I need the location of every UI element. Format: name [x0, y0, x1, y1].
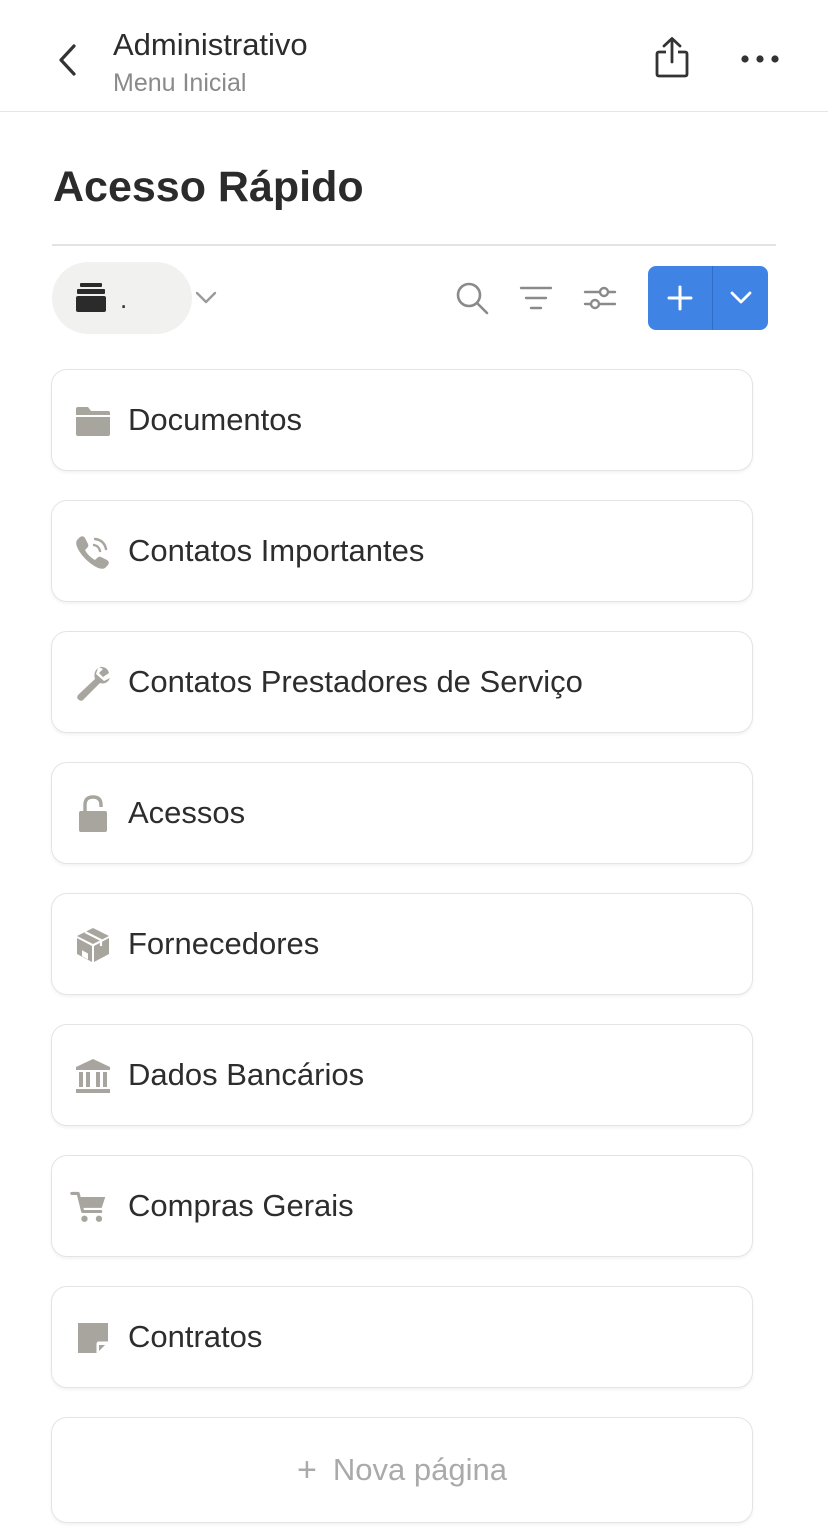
- search-button[interactable]: [452, 278, 492, 318]
- view-label: .: [120, 284, 128, 314]
- new-button-group: [648, 266, 768, 330]
- item-label: Dados Bancários: [128, 1057, 365, 1092]
- item-label: Contatos Prestadores de Serviço: [128, 664, 583, 699]
- note-icon: [74, 1319, 112, 1357]
- view-settings-button[interactable]: [580, 278, 620, 318]
- title-divider: [52, 244, 776, 246]
- list-item-acessos[interactable]: Acessos: [51, 762, 753, 864]
- chevron-down-icon: [195, 291, 217, 304]
- new-page-label: Nova página: [332, 1452, 507, 1487]
- filter-icon: [519, 286, 553, 310]
- item-label: Contratos: [128, 1319, 263, 1354]
- back-button[interactable]: [50, 38, 84, 82]
- phone-icon: [74, 533, 112, 571]
- new-options-dropdown[interactable]: [713, 266, 768, 330]
- share-icon: [655, 37, 689, 78]
- list-item-fornecedores[interactable]: Fornecedores: [51, 893, 753, 995]
- wrench-icon: [74, 664, 112, 702]
- sliders-icon: [583, 286, 617, 310]
- plus-icon: [667, 285, 693, 311]
- list-item-compras-gerais[interactable]: Compras Gerais: [51, 1155, 753, 1257]
- lock-icon: [74, 795, 112, 833]
- chevron-left-icon: [59, 44, 76, 76]
- list-item-contatos-prestadores[interactable]: Contatos Prestadores de Serviço: [51, 631, 753, 733]
- new-page-button[interactable]: + Nova página: [51, 1417, 753, 1523]
- box-icon: [74, 926, 112, 964]
- cart-icon: [70, 1188, 108, 1226]
- title-block: Administrativo Menu Inicial: [113, 26, 308, 100]
- folder-icon: [74, 402, 112, 440]
- list-item-contatos-importantes[interactable]: Contatos Importantes: [51, 500, 753, 602]
- item-label: Contatos Importantes: [128, 533, 425, 568]
- filter-button[interactable]: [516, 278, 556, 318]
- bank-icon: [74, 1057, 112, 1095]
- view-selector[interactable]: .: [52, 262, 217, 334]
- chevron-down-icon: [730, 291, 751, 304]
- item-label: Acessos: [128, 795, 246, 830]
- page-title: Acesso Rápido: [53, 163, 364, 211]
- stack-icon: [76, 283, 106, 312]
- new-button[interactable]: [648, 266, 712, 330]
- ellipsis-icon: [741, 55, 779, 63]
- list-item-documentos[interactable]: Documentos: [51, 369, 753, 471]
- item-label: Compras Gerais: [128, 1188, 354, 1223]
- workspace-title: Administrativo: [113, 27, 308, 62]
- list-item-contratos[interactable]: Contratos: [51, 1286, 753, 1388]
- list-item-dados-bancarios[interactable]: Dados Bancários: [51, 1024, 753, 1126]
- plus-icon: +: [297, 1451, 317, 1489]
- search-icon: [456, 282, 489, 315]
- breadcrumb[interactable]: Menu Inicial: [113, 66, 308, 100]
- share-button[interactable]: [650, 34, 694, 80]
- top-bar: Administrativo Menu Inicial: [0, 0, 828, 112]
- item-label: Documentos: [128, 402, 303, 437]
- item-label: Fornecedores: [128, 926, 320, 961]
- more-options-button[interactable]: [736, 42, 784, 76]
